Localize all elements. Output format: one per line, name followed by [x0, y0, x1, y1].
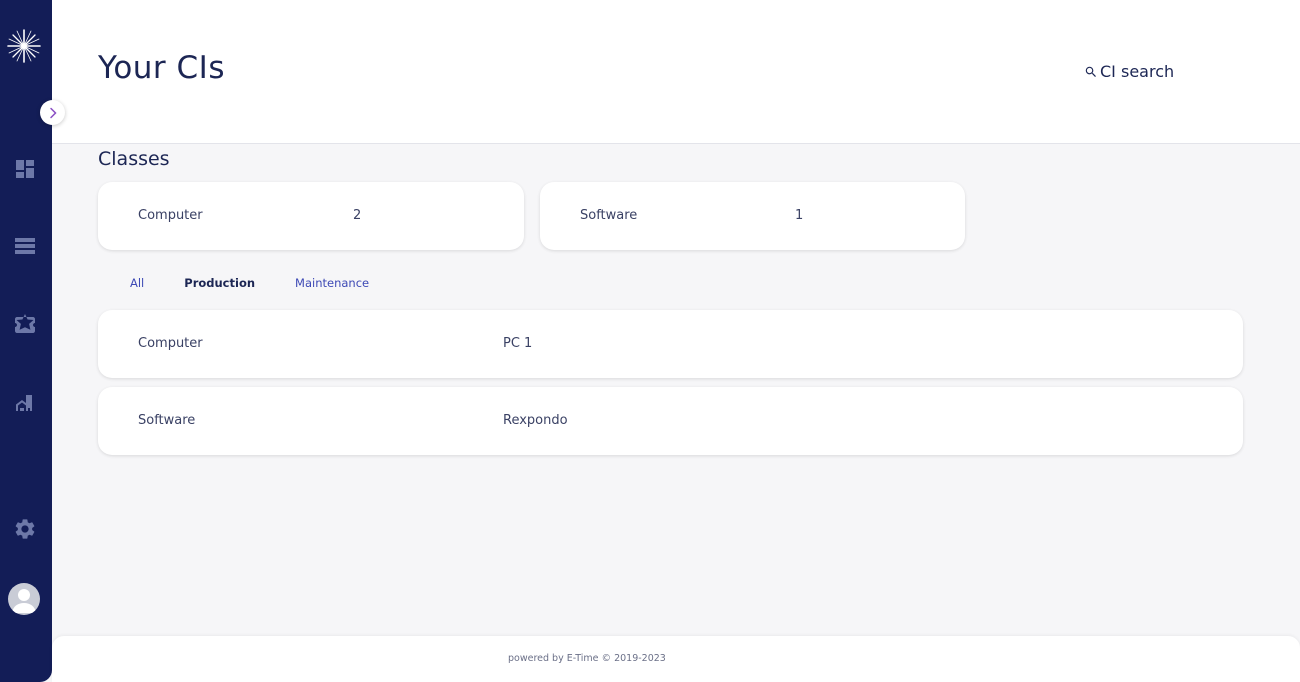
user-avatar[interactable] [8, 583, 40, 615]
list-icon[interactable] [13, 234, 37, 258]
page-title: Your CIs [98, 50, 225, 86]
class-card-software[interactable]: Software 1 [540, 182, 965, 250]
class-count: 1 [795, 208, 804, 223]
ci-name: PC 1 [503, 336, 533, 351]
classes-title: Classes [98, 148, 170, 170]
status-tabs: All Production Maintenance [130, 276, 369, 290]
tab-all[interactable]: All [130, 276, 144, 290]
tab-production[interactable]: Production [184, 276, 255, 290]
ci-search-button[interactable]: CI search [1084, 62, 1174, 81]
page-header: Your CIs CI search [52, 0, 1300, 144]
chevron-right-icon [49, 107, 57, 118]
ci-row[interactable]: Software Rexpondo [98, 387, 1243, 455]
ci-class: Software [138, 413, 196, 428]
footer: powered by E-Time © 2019-2023 [52, 636, 1300, 682]
class-count: 2 [353, 208, 362, 223]
tab-maintenance[interactable]: Maintenance [295, 276, 369, 290]
class-card-computer[interactable]: Computer 2 [98, 182, 524, 250]
ci-row[interactable]: Computer PC 1 [98, 310, 1243, 378]
ci-class: Computer [138, 336, 203, 351]
building-icon[interactable] [13, 391, 37, 415]
ticket-icon[interactable] [13, 313, 37, 337]
search-icon [1085, 66, 1096, 77]
sidebar-toggle-button[interactable] [40, 100, 65, 125]
ci-search-label: CI search [1100, 62, 1175, 81]
gear-icon[interactable] [13, 517, 37, 541]
star-burst-logo[interactable] [6, 28, 42, 64]
ci-name: Rexpondo [503, 413, 568, 428]
footer-text: powered by E-Time © 2019-2023 [508, 653, 666, 664]
dashboard-icon[interactable] [13, 157, 37, 181]
class-name: Software [580, 208, 638, 223]
class-name: Computer [138, 208, 203, 223]
